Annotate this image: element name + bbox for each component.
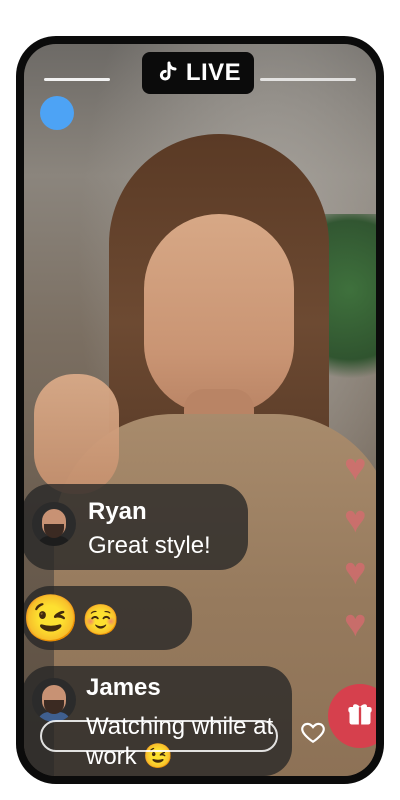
live-video-screen: LIVE ♥ ♥ ♥ ♥ Ryan Great style! 😉 ☺️ Jame… [24,44,376,776]
like-button[interactable] [296,717,330,751]
emoji-reaction: 😉 ☺️ [24,586,192,650]
avatar [32,678,76,722]
gift-icon [346,700,374,733]
tiktok-note-icon [155,61,179,85]
live-badge: LIVE [142,52,254,94]
progress-bar-right [260,78,356,81]
heart-icon: ♥ [344,499,367,541]
live-label: LIVE [185,59,242,86]
chat-comment: Ryan Great style! [24,484,248,570]
wink-emoji: 😉 [24,592,80,644]
avatar [32,502,76,546]
comment-author: James [86,674,161,701]
heart-outline-icon [300,719,326,750]
heart-icon: ♥ [344,603,367,645]
progress-bar-left [44,78,110,81]
streamer-hand [34,374,119,494]
comment-input[interactable] [40,720,278,752]
comment-author: Ryan [88,498,147,525]
heart-icon: ♥ [344,447,367,489]
heart-icon: ♥ [344,551,367,593]
streamer-face [144,214,294,414]
status-dot [40,96,74,130]
comment-text: Great style! [88,532,211,559]
floating-hearts: ♥ ♥ ♥ ♥ [342,449,376,679]
smiling-emoji: ☺️ [82,604,120,637]
phone-frame: LIVE ♥ ♥ ♥ ♥ Ryan Great style! 😉 ☺️ Jame… [16,36,384,784]
